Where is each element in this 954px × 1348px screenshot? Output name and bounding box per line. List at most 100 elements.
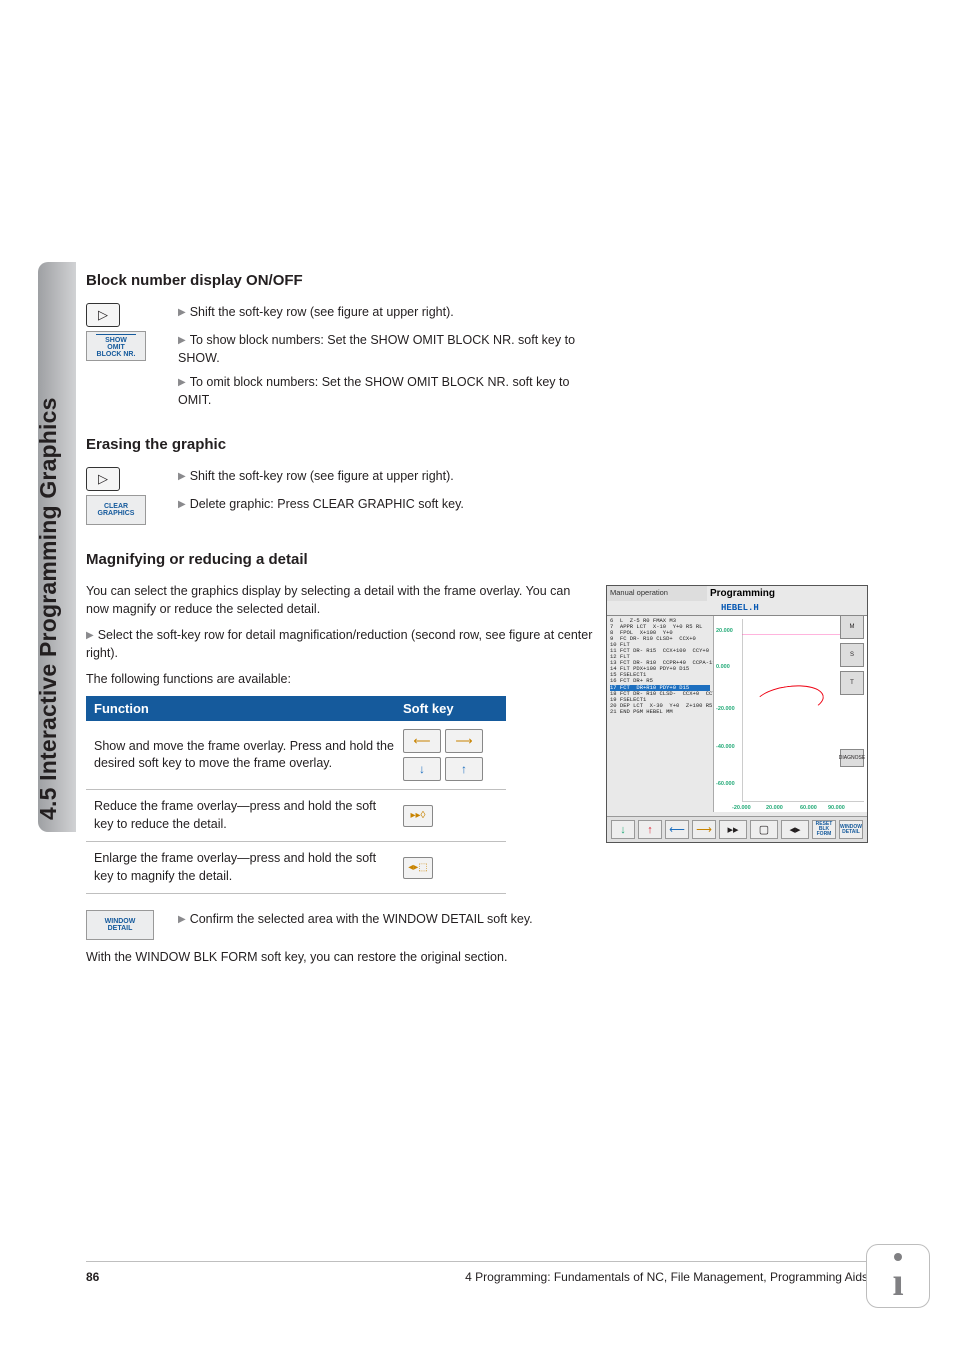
sk-reset-blk[interactable]: RESET BLK FORM: [812, 820, 836, 839]
bullet-icon: ▶: [178, 470, 186, 485]
info-badge-icon: ı: [866, 1244, 930, 1308]
th-function: Function: [94, 701, 403, 716]
cell-enlarge: Enlarge the frame overlay—press and hold…: [94, 850, 403, 885]
softkey-icons: CLEAR GRAPHICS: [86, 495, 176, 525]
sk-block: BLOCK NR.: [93, 351, 139, 358]
arrow-down-key[interactable]: ↓: [403, 757, 441, 781]
tool-s-button[interactable]: S: [840, 643, 864, 667]
bullet-icon: ▶: [178, 913, 186, 928]
es-step2: Delete graphic: Press CLEAR GRAPHIC soft…: [190, 497, 464, 511]
sk-down[interactable]: ↓: [611, 820, 635, 839]
step-row: ▷ ▶Shift the soft-key row (see figure at…: [86, 467, 596, 491]
sk-window: WINDOW: [93, 918, 147, 925]
table-row: Show and move the frame overlay. Press a…: [86, 721, 506, 790]
cell-reduce-key: ▸▸◊: [403, 805, 498, 827]
softkey-bar-icon: [96, 334, 136, 335]
softkey-icons: SHOW OMIT BLOCK NR.: [86, 331, 176, 361]
arrow-right-icon: ⟶: [455, 734, 472, 748]
ss-titlebar: Manual operation Programming: [607, 586, 867, 601]
step1-text: Shift the soft-key row (see figure at up…: [190, 305, 454, 319]
sk-window-detail[interactable]: WINDOW DETAIL: [839, 820, 863, 839]
shift-softkey-icon[interactable]: ▷: [86, 467, 120, 491]
sk-enlarge[interactable]: ◂▸: [781, 820, 809, 839]
ss-bottom-softkeys: ↓ ↑ ⟵ ⟶ ▸▸ ▢ ◂▸ RESET BLK FORM WINDOW DE…: [607, 816, 867, 842]
arrow-down-icon: ↓: [419, 762, 425, 776]
clear-graphics-softkey[interactable]: CLEAR GRAPHICS: [86, 495, 146, 525]
shift-softkey-icon[interactable]: ▷: [86, 303, 120, 327]
arrow-up-icon: ↑: [461, 762, 467, 776]
x-tick: 90.000: [828, 805, 845, 811]
y-tick: -20.000: [716, 706, 735, 712]
diagnose-button[interactable]: DIAGNOSE: [840, 749, 864, 767]
sk-clear: CLEAR: [93, 503, 139, 510]
x-tick: 60.000: [800, 805, 817, 811]
heading-magnify: Magnifying or reducing a detail: [86, 551, 596, 568]
ss-right-toolbar: M S T DIAGNOSE: [837, 612, 867, 770]
btn-m-label: M: [850, 624, 855, 630]
para-select: ▶Select the soft-key row for detail magn…: [86, 626, 596, 662]
page-number: 86: [86, 1270, 99, 1284]
ss-body: 6 L Z-5 R0 FMAX M3 7 APPR LCT X-10 Y+0 R…: [607, 616, 867, 812]
step-text: ▶Shift the soft-key row (see figure at u…: [176, 467, 596, 485]
diag-label: DIAGNOSE: [839, 756, 865, 761]
para-available: The following functions are available:: [86, 670, 596, 688]
sk-graphics: GRAPHICS: [93, 510, 139, 517]
step-row: ▷ ▶ Shift the soft-key row (see figure at…: [86, 303, 596, 327]
code-pre: 6 L Z-5 R0 FMAX M3 7 APPR LCT X-10 Y+0 R…: [610, 617, 713, 684]
show-omit-block-softkey[interactable]: SHOW OMIT BLOCK NR.: [86, 331, 146, 361]
section-block-number: Block number display ON/OFF ▷ ▶ Shift the…: [86, 272, 596, 410]
x-tick: 20.000: [766, 805, 783, 811]
ss-title-text: Programming: [707, 586, 867, 601]
sidebar-section-label: 4.5 Interactive Programming Graphics: [35, 397, 62, 820]
sk-right[interactable]: ⟶: [692, 820, 716, 839]
table-header: Function Soft key: [86, 696, 506, 721]
ss-filename: HEBEL.H: [607, 601, 867, 616]
bullet-icon: ▶: [178, 376, 186, 391]
y-tick: 0.000: [716, 664, 730, 670]
softkey-icons: ▷: [86, 467, 176, 491]
softkey-icons: WINDOW DETAIL: [86, 910, 176, 940]
y-tick: -60.000: [716, 781, 735, 787]
enlarge-icon: ◂▸⬚: [408, 862, 428, 873]
bullet-icon: ▶: [178, 498, 186, 513]
sk-frame[interactable]: ▢: [750, 820, 778, 839]
enlarge-key[interactable]: ◂▸⬚: [403, 857, 433, 879]
arrow-right-key[interactable]: ⟶: [445, 729, 483, 753]
window-detail-softkey[interactable]: WINDOW DETAIL: [86, 910, 154, 940]
arrow-left-key[interactable]: ⟵: [403, 729, 441, 753]
th-softkey: Soft key: [403, 701, 498, 716]
step-text: ▶ Shift the soft-key row (see figure at u…: [176, 303, 596, 321]
step-text: ▶ Confirm the selected area with the WIND…: [176, 910, 596, 928]
tool-t-button[interactable]: T: [840, 671, 864, 695]
arrow-up-key[interactable]: ↑: [445, 757, 483, 781]
heading-erase: Erasing the graphic: [86, 436, 596, 453]
tool-m-button[interactable]: M: [840, 615, 864, 639]
table-row: Enlarge the frame overlay—press and hold…: [86, 842, 506, 894]
heading-block-number: Block number display ON/OFF: [86, 272, 596, 289]
para-select-text: Select the soft-key row for detail magni…: [86, 628, 592, 660]
footer-text: 4 Programming: Fundamentals of NC, File …: [465, 1270, 868, 1284]
softkey-icons: ▷: [86, 303, 176, 327]
step2-text: To show block numbers: Set the SHOW OMIT…: [178, 333, 575, 365]
bullet-icon: ▶: [178, 306, 186, 321]
reduce-icon: ▸▸◊: [411, 810, 426, 821]
confirm-text: Confirm the selected area with the WINDO…: [190, 912, 533, 926]
step-text-col: ▶ To show block numbers: Set the SHOW OMI…: [176, 331, 596, 410]
reduce-key[interactable]: ▸▸◊: [403, 805, 433, 827]
sk-reduce[interactable]: ▸▸: [719, 820, 747, 839]
y-tick: 20.000: [716, 628, 733, 634]
sk-detail: DETAIL: [93, 925, 147, 932]
sk-show: SHOW: [93, 337, 139, 344]
function-table: Function Soft key Show and move the fram…: [86, 696, 506, 894]
cell-arrow-keys: ⟵ ⟶ ↓ ↑: [403, 729, 498, 781]
sk-left[interactable]: ⟵: [665, 820, 689, 839]
step-row: CLEAR GRAPHICS ▶ Delete graphic: Press CL…: [86, 495, 596, 525]
info-dot-icon: [894, 1253, 902, 1261]
para-restore: With the WINDOW BLK FORM soft key, you c…: [86, 948, 596, 966]
cell-reduce: Reduce the frame overlay—press and hold …: [94, 798, 403, 833]
step3-text: To omit block numbers: Set the SHOW OMIT…: [178, 375, 569, 407]
sk-omit: OMIT: [93, 344, 139, 351]
sk-up[interactable]: ↑: [638, 820, 662, 839]
table-row: Reduce the frame overlay—press and hold …: [86, 790, 506, 842]
step-text: ▶ Delete graphic: Press CLEAR GRAPHIC sof…: [176, 495, 596, 513]
